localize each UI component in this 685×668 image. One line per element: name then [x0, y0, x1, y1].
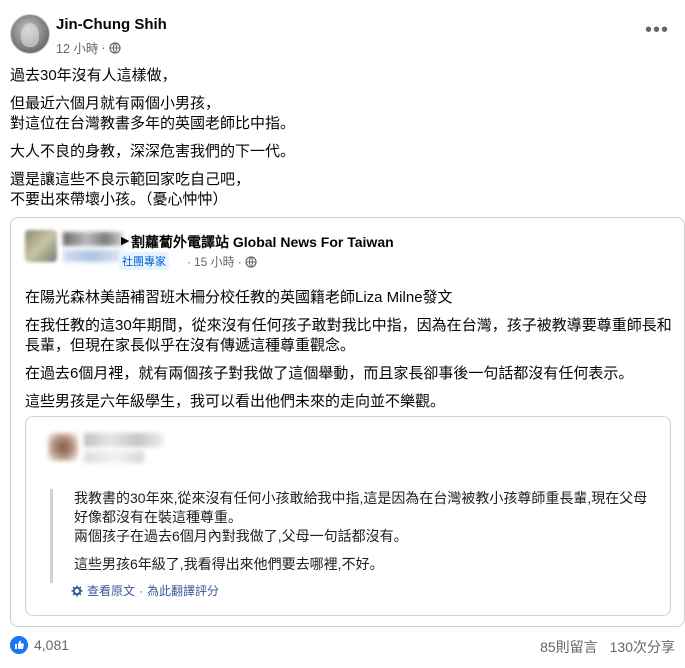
blurred-badge [63, 250, 123, 262]
post-paragraph: 還是讓這些不良示範回家吃自己吧， 不要出來帶壞小孩。（憂心忡忡） [10, 171, 251, 208]
globe-icon [108, 41, 121, 54]
share-count[interactable]: 130次分享 [610, 637, 675, 657]
shared-paragraph: 在過去6個月裡，就有兩個孩子對我做了這個舉動，而且家長卻事後一句話都沒有任何表示… [25, 365, 634, 382]
shared-time[interactable]: 15 小時 [194, 253, 235, 270]
post-paragraph: 過去30年沒有人這樣做， [10, 67, 177, 84]
meta-dot: · [101, 40, 106, 55]
shared-post-card[interactable]: ▶ 割蘿蔔外電譯站 Global News For Taiwan 社團專家 · … [10, 217, 685, 627]
globe-icon [245, 255, 257, 268]
blurred-name [84, 433, 164, 447]
nested-comment-card[interactable]: 我教書的30年來,從來沒有任何小孩敢給我中指,這是因為在台灣被教小孩尊師重長輩,… [25, 416, 671, 616]
blurred-avatar [25, 230, 57, 262]
meta-dot: · [237, 254, 242, 269]
rate-translation-link[interactable]: 為此翻譯評分 [147, 582, 219, 599]
shared-page-name[interactable]: 割蘿蔔外電譯站 Global News For Taiwan [131, 232, 394, 252]
comment-count[interactable]: 85則留言 [540, 637, 598, 657]
post-paragraph: 但最近六個月就有兩個小男孩， 對這位在台灣教書多年的英國老師比中指。 [10, 95, 296, 132]
shared-paragraph: 在我任教的這30年期間，從來沒有任何孩子敢對我比中指，因為在台灣，孩子被教導要尊… [25, 317, 672, 354]
post-time[interactable]: 12 小時 [56, 38, 98, 57]
facebook-post: Jin-Chung Shih 12 小時 · ••• 過去30年沒有人這樣做， … [0, 0, 685, 668]
more-icon[interactable]: ••• [645, 20, 669, 40]
arrow-right-icon: ▶ [121, 235, 130, 247]
post-body: 過去30年沒有人這樣做， 但最近六個月就有兩個小男孩， 對這位在台灣教書多年的英… [10, 66, 670, 218]
post-paragraph: 大人不良的身教，深深危害我們的下一代。 [10, 143, 296, 160]
shared-paragraph: 這些男孩是六年級學生，我可以看出他們未來的走向並不樂觀。 [25, 393, 446, 410]
post-header: Jin-Chung Shih 12 小時 · ••• [10, 14, 675, 58]
blurred-meta [84, 451, 144, 463]
translated-quote: 我教書的30年來,從來沒有任何小孩敢給我中指,這是因為在台灣被教小孩尊師重長輩,… [50, 489, 660, 583]
gear-icon [71, 585, 83, 596]
see-original-link[interactable]: 查看原文 [87, 582, 135, 599]
shared-paragraph: 在陽光森林美語補習班木柵分校任教的英國籍老師Liza Milne發文 [25, 289, 453, 306]
shared-meta: · 15 小時 · [187, 253, 257, 270]
blurred-avatar [48, 433, 78, 461]
post-footer: 4,081 85則留言 130次分享 [10, 636, 675, 658]
link-separator: · [139, 583, 144, 598]
blurred-name [63, 232, 123, 246]
author-avatar[interactable] [10, 14, 50, 54]
quote-paragraph: 這些男孩6年級了,我看得出來他們要去哪裡,不好。 [74, 556, 384, 572]
like-icon[interactable] [10, 636, 28, 654]
translation-links: 查看原文 · 為此翻譯評分 [71, 582, 219, 599]
meta-dot: · [187, 254, 191, 269]
quote-paragraph: 我教書的30年來,從來沒有任何小孩敢給我中指,這是因為在台灣被教小孩尊師重長輩,… [74, 490, 648, 544]
author-name[interactable]: Jin-Chung Shih [56, 16, 167, 33]
group-expert-badge: 社團專家 [119, 252, 169, 270]
shared-author-avatar[interactable] [25, 230, 125, 264]
post-meta: 12 小時 · [56, 38, 121, 57]
post-stats: 85則留言 130次分享 [540, 637, 675, 657]
shared-body: 在陽光森林美語補習班木柵分校任教的英國籍老師Liza Milne發文 在我任教的… [25, 288, 673, 420]
like-count[interactable]: 4,081 [34, 637, 69, 653]
